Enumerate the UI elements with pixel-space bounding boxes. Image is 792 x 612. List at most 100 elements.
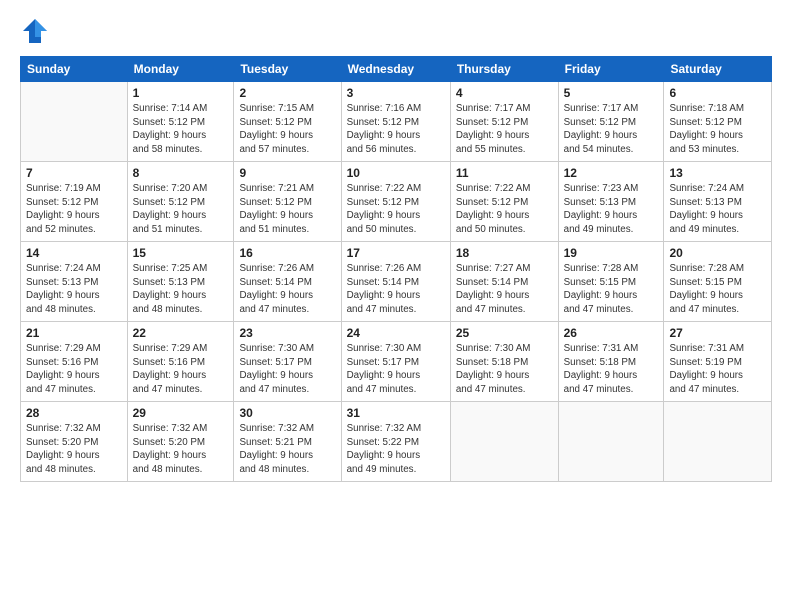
day-number: 10 [347, 166, 445, 180]
day-info: Sunrise: 7:17 AMSunset: 5:12 PMDaylight:… [456, 102, 553, 157]
calendar-cell: 17 Sunrise: 7:26 AMSunset: 5:14 PMDayligh… [341, 242, 450, 322]
calendar-week-row: 7 Sunrise: 7:19 AMSunset: 5:12 PMDaylight… [21, 162, 772, 242]
calendar-cell [664, 402, 772, 482]
day-number: 18 [456, 246, 553, 260]
calendar-cell: 10 Sunrise: 7:22 AMSunset: 5:12 PMDayligh… [341, 162, 450, 242]
logo-icon [20, 16, 50, 46]
calendar-cell: 16 Sunrise: 7:26 AMSunset: 5:14 PMDayligh… [234, 242, 341, 322]
day-info: Sunrise: 7:17 AMSunset: 5:12 PMDaylight:… [564, 102, 659, 157]
calendar-cell: 8 Sunrise: 7:20 AMSunset: 5:12 PMDaylight… [127, 162, 234, 242]
day-info: Sunrise: 7:20 AMSunset: 5:12 PMDaylight:… [133, 182, 229, 237]
day-number: 23 [239, 326, 335, 340]
calendar-cell: 22Sunrise: 7:29 AMSunset: 5:16 PMDayligh… [127, 322, 234, 402]
calendar-week-row: 1 Sunrise: 7:14 AMSunset: 5:12 PMDaylight… [21, 82, 772, 162]
day-number: 20 [669, 246, 766, 260]
day-number: 12 [564, 166, 659, 180]
day-number: 13 [669, 166, 766, 180]
day-number: 11 [456, 166, 553, 180]
day-info: Sunrise: 7:14 AMSunset: 5:12 PMDaylight:… [133, 102, 229, 157]
logo [20, 16, 54, 46]
calendar-cell: 28Sunrise: 7:32 AMSunset: 5:20 PMDayligh… [21, 402, 128, 482]
day-info: Sunrise: 7:25 AMSunset: 5:13 PMDaylight:… [133, 262, 229, 317]
calendar-cell: 1 Sunrise: 7:14 AMSunset: 5:12 PMDaylight… [127, 82, 234, 162]
day-info: Sunrise: 7:30 AMSunset: 5:17 PMDaylight:… [347, 342, 445, 397]
day-info: Sunrise: 7:23 AMSunset: 5:13 PMDaylight:… [564, 182, 659, 237]
calendar-cell: 21 Sunrise: 7:29 AMSunset: 5:16 PMDayligh… [21, 322, 128, 402]
day-number: 31 [347, 406, 445, 420]
calendar-cell: 19 Sunrise: 7:28 AMSunset: 5:15 PMDayligh… [558, 242, 664, 322]
day-number: 4 [456, 86, 553, 100]
day-info: Sunrise: 7:30 AMSunset: 5:18 PMDaylight:… [456, 342, 553, 397]
calendar-cell: 24Sunrise: 7:30 AMSunset: 5:17 PMDayligh… [341, 322, 450, 402]
day-number: 29 [133, 406, 229, 420]
day-number: 28 [26, 406, 122, 420]
day-number: 27 [669, 326, 766, 340]
header [20, 16, 772, 46]
weekday-header-wednesday: Wednesday [341, 57, 450, 82]
calendar-week-row: 21 Sunrise: 7:29 AMSunset: 5:16 PMDayligh… [21, 322, 772, 402]
day-info: Sunrise: 7:31 AMSunset: 5:18 PMDaylight:… [564, 342, 659, 397]
calendar-cell: 20 Sunrise: 7:28 AMSunset: 5:15 PMDayligh… [664, 242, 772, 322]
day-info: Sunrise: 7:29 AMSunset: 5:16 PMDaylight:… [26, 342, 122, 397]
calendar-week-row: 14Sunrise: 7:24 AMSunset: 5:13 PMDayligh… [21, 242, 772, 322]
calendar-cell: 4 Sunrise: 7:17 AMSunset: 5:12 PMDaylight… [450, 82, 558, 162]
calendar: SundayMondayTuesdayWednesdayThursdayFrid… [20, 56, 772, 482]
calendar-cell: 30 Sunrise: 7:32 AMSunset: 5:21 PMDayligh… [234, 402, 341, 482]
calendar-cell: 6 Sunrise: 7:18 AMSunset: 5:12 PMDaylight… [664, 82, 772, 162]
day-info: Sunrise: 7:27 AMSunset: 5:14 PMDaylight:… [456, 262, 553, 317]
calendar-cell: 25Sunrise: 7:30 AMSunset: 5:18 PMDayligh… [450, 322, 558, 402]
calendar-cell: 18 Sunrise: 7:27 AMSunset: 5:14 PMDayligh… [450, 242, 558, 322]
weekday-header-tuesday: Tuesday [234, 57, 341, 82]
calendar-cell: 23 Sunrise: 7:30 AMSunset: 5:17 PMDayligh… [234, 322, 341, 402]
day-number: 17 [347, 246, 445, 260]
day-number: 15 [133, 246, 229, 260]
day-number: 5 [564, 86, 659, 100]
day-number: 22 [133, 326, 229, 340]
calendar-week-row: 28Sunrise: 7:32 AMSunset: 5:20 PMDayligh… [21, 402, 772, 482]
day-number: 19 [564, 246, 659, 260]
day-info: Sunrise: 7:19 AMSunset: 5:12 PMDaylight:… [26, 182, 122, 237]
day-info: Sunrise: 7:32 AMSunset: 5:21 PMDaylight:… [239, 422, 335, 477]
day-number: 2 [239, 86, 335, 100]
weekday-header-saturday: Saturday [664, 57, 772, 82]
calendar-cell: 14Sunrise: 7:24 AMSunset: 5:13 PMDayligh… [21, 242, 128, 322]
calendar-cell: 2Sunrise: 7:15 AMSunset: 5:12 PMDaylight… [234, 82, 341, 162]
calendar-cell: 12 Sunrise: 7:23 AMSunset: 5:13 PMDayligh… [558, 162, 664, 242]
calendar-cell [450, 402, 558, 482]
day-number: 8 [133, 166, 229, 180]
calendar-cell: 11 Sunrise: 7:22 AMSunset: 5:12 PMDayligh… [450, 162, 558, 242]
day-number: 9 [239, 166, 335, 180]
day-info: Sunrise: 7:21 AMSunset: 5:12 PMDaylight:… [239, 182, 335, 237]
calendar-cell: 3 Sunrise: 7:16 AMSunset: 5:12 PMDaylight… [341, 82, 450, 162]
day-info: Sunrise: 7:28 AMSunset: 5:15 PMDaylight:… [564, 262, 659, 317]
day-info: Sunrise: 7:26 AMSunset: 5:14 PMDaylight:… [239, 262, 335, 317]
day-number: 1 [133, 86, 229, 100]
calendar-cell: 7 Sunrise: 7:19 AMSunset: 5:12 PMDaylight… [21, 162, 128, 242]
day-info: Sunrise: 7:22 AMSunset: 5:12 PMDaylight:… [456, 182, 553, 237]
day-info: Sunrise: 7:24 AMSunset: 5:13 PMDaylight:… [669, 182, 766, 237]
day-number: 16 [239, 246, 335, 260]
day-info: Sunrise: 7:16 AMSunset: 5:12 PMDaylight:… [347, 102, 445, 157]
weekday-header-sunday: Sunday [21, 57, 128, 82]
day-number: 6 [669, 86, 766, 100]
day-info: Sunrise: 7:32 AMSunset: 5:22 PMDaylight:… [347, 422, 445, 477]
page: SundayMondayTuesdayWednesdayThursdayFrid… [0, 0, 792, 612]
calendar-cell: 27Sunrise: 7:31 AMSunset: 5:19 PMDayligh… [664, 322, 772, 402]
weekday-header-row: SundayMondayTuesdayWednesdayThursdayFrid… [21, 57, 772, 82]
day-number: 3 [347, 86, 445, 100]
calendar-cell [21, 82, 128, 162]
day-info: Sunrise: 7:30 AMSunset: 5:17 PMDaylight:… [239, 342, 335, 397]
weekday-header-thursday: Thursday [450, 57, 558, 82]
day-number: 7 [26, 166, 122, 180]
day-info: Sunrise: 7:18 AMSunset: 5:12 PMDaylight:… [669, 102, 766, 157]
day-info: Sunrise: 7:28 AMSunset: 5:15 PMDaylight:… [669, 262, 766, 317]
day-number: 30 [239, 406, 335, 420]
calendar-cell: 31 Sunrise: 7:32 AMSunset: 5:22 PMDayligh… [341, 402, 450, 482]
day-info: Sunrise: 7:26 AMSunset: 5:14 PMDaylight:… [347, 262, 445, 317]
calendar-cell [558, 402, 664, 482]
weekday-header-monday: Monday [127, 57, 234, 82]
calendar-cell: 15 Sunrise: 7:25 AMSunset: 5:13 PMDayligh… [127, 242, 234, 322]
calendar-cell: 29Sunrise: 7:32 AMSunset: 5:20 PMDayligh… [127, 402, 234, 482]
day-number: 21 [26, 326, 122, 340]
day-info: Sunrise: 7:22 AMSunset: 5:12 PMDaylight:… [347, 182, 445, 237]
